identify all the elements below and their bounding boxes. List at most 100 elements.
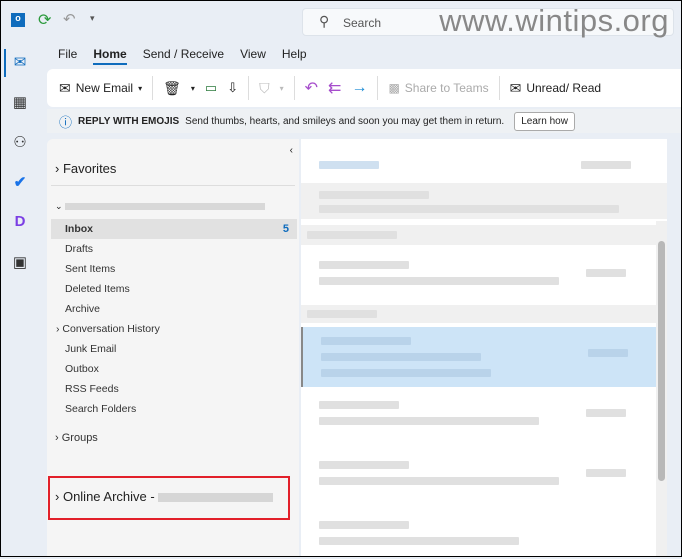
todo-icon[interactable]: ✔	[10, 173, 30, 193]
redacted-text	[581, 161, 631, 169]
folder-groups[interactable]: › Groups	[55, 432, 98, 444]
outlook-logo-icon: o	[11, 13, 25, 27]
divider	[51, 185, 295, 186]
highlight-box	[48, 476, 290, 520]
new-email-icon: ✉	[59, 79, 71, 96]
folder-search-folders[interactable]: Search Folders	[65, 403, 136, 415]
redacted-text	[319, 537, 519, 545]
message-row[interactable]	[301, 391, 667, 447]
ribbon: ✉ New Email ▾ 🗑 ▾ ▭ ⇩ ⛉ ▾ ↶ ⇇ → ▩ Share to Te…	[47, 69, 681, 107]
divider	[498, 76, 500, 100]
scrollbar[interactable]	[656, 221, 667, 556]
group-header	[301, 305, 667, 323]
active-indicator	[4, 49, 6, 77]
redacted-text	[319, 277, 559, 285]
forward-icon[interactable]: →	[351, 79, 367, 97]
message-row[interactable]	[301, 511, 667, 559]
loop-icon[interactable]: D	[10, 213, 30, 233]
redacted-text	[307, 231, 397, 239]
conversation-history-label: Conversation History	[62, 323, 160, 335]
redacted-text	[319, 521, 409, 529]
menu-bar: File Home Send / Receive View Help	[58, 47, 307, 65]
redacted-text	[307, 310, 377, 318]
folder-inbox[interactable]: Inbox 5	[51, 219, 297, 239]
redacted-text	[588, 349, 628, 357]
message-row[interactable]	[301, 183, 667, 219]
redacted-text	[586, 469, 626, 477]
title-bar: o ⟳ ↶ ▾ ⚲ Search www.wintips.org	[1, 1, 681, 41]
apps-icon[interactable]: ▣	[10, 253, 30, 273]
folder-sent-items[interactable]: Sent Items	[65, 263, 115, 275]
favorites-group[interactable]: › Favorites	[55, 161, 116, 176]
unread-count: 5	[282, 223, 289, 235]
watermark: www.wintips.org	[439, 3, 669, 38]
folder-junk-email[interactable]: Junk Email	[65, 343, 116, 355]
folder-deleted-items[interactable]: Deleted Items	[65, 283, 130, 295]
message-row[interactable]	[301, 451, 667, 507]
redacted-text	[321, 337, 411, 345]
collapse-pane-icon[interactable]: ‹	[290, 145, 293, 156]
redacted-text	[319, 161, 379, 169]
unread-read-label: Unread/ Read	[526, 81, 602, 95]
redacted-text	[319, 401, 399, 409]
redacted-text	[321, 353, 481, 361]
report-shield-icon[interactable]: ⛉	[259, 80, 270, 97]
tab-send-receive[interactable]: Send / Receive	[143, 47, 224, 65]
info-text: Send thumbs, hearts, and smileys and soo…	[185, 115, 505, 127]
reply-all-icon[interactable]: ⇇	[328, 78, 341, 98]
tab-help[interactable]: Help	[282, 47, 307, 65]
app-rail: ✉ ▦ ⚇ ✔ D ▣	[1, 41, 41, 556]
folder-rss-feeds[interactable]: RSS Feeds	[65, 383, 119, 395]
customize-toolbar-icon[interactable]: ▾	[90, 13, 95, 24]
message-list	[301, 139, 667, 556]
account-name-redacted	[65, 203, 266, 211]
search-placeholder: Search	[343, 16, 382, 30]
delete-icon[interactable]: 🗑	[163, 80, 181, 97]
share-to-teams-button[interactable]: ▩ Share to Teams	[388, 81, 488, 95]
calendar-icon[interactable]: ▦	[10, 93, 30, 113]
people-icon[interactable]: ⚇	[10, 133, 30, 153]
divider	[293, 76, 295, 100]
info-title: REPLY WITH EMOJIS	[78, 115, 180, 127]
tab-home[interactable]: Home	[93, 47, 127, 65]
folder-outbox[interactable]: Outbox	[65, 363, 99, 375]
move-icon[interactable]: ⇩	[227, 80, 238, 96]
chevron-down-icon[interactable]: ▾	[280, 84, 284, 93]
learn-how-button[interactable]: Learn how	[514, 111, 575, 131]
redacted-text	[319, 477, 559, 485]
redacted-text	[319, 205, 619, 213]
folder-drafts[interactable]: Drafts	[65, 243, 93, 255]
new-email-button[interactable]: ✉ New Email ▾	[59, 80, 142, 97]
group-header	[301, 225, 667, 245]
mail-icon[interactable]: ✉	[10, 53, 30, 73]
undo-icon[interactable]: ↶	[63, 10, 76, 28]
redacted-text	[319, 417, 539, 425]
reply-icon[interactable]: ↶	[305, 78, 318, 98]
account-header[interactable]: ⌄	[55, 201, 266, 212]
tab-view[interactable]: View	[240, 47, 266, 65]
sync-icon[interactable]: ⟳	[38, 10, 51, 30]
redacted-text	[321, 369, 491, 377]
archive-icon[interactable]: ▭	[205, 80, 217, 96]
tab-file[interactable]: File	[58, 47, 77, 65]
folder-archive[interactable]: Archive	[65, 303, 100, 315]
favorites-label: Favorites	[62, 161, 117, 176]
message-row[interactable]	[301, 251, 667, 301]
folder-conversation-history[interactable]: › Conversation History	[56, 323, 160, 335]
divider	[377, 76, 379, 100]
search-icon: ⚲	[319, 13, 330, 29]
envelope-open-icon: ✉	[509, 79, 522, 96]
chevron-down-icon[interactable]: ▾	[138, 84, 142, 93]
chevron-down-icon[interactable]: ▾	[191, 84, 195, 93]
groups-label: Groups	[61, 432, 98, 444]
scrollbar-thumb[interactable]	[658, 241, 665, 481]
unread-read-button[interactable]: ✉ Unread/ Read	[510, 80, 601, 97]
divider	[248, 76, 250, 100]
inbox-label: Inbox	[65, 223, 93, 235]
info-bar: ⓘ REPLY WITH EMOJIS Send thumbs, hearts,…	[47, 109, 681, 133]
message-row-selected[interactable]	[301, 327, 667, 387]
redacted-text	[319, 191, 429, 199]
info-icon: ⓘ	[59, 114, 73, 130]
redacted-text	[586, 269, 626, 277]
redacted-text	[319, 461, 409, 469]
